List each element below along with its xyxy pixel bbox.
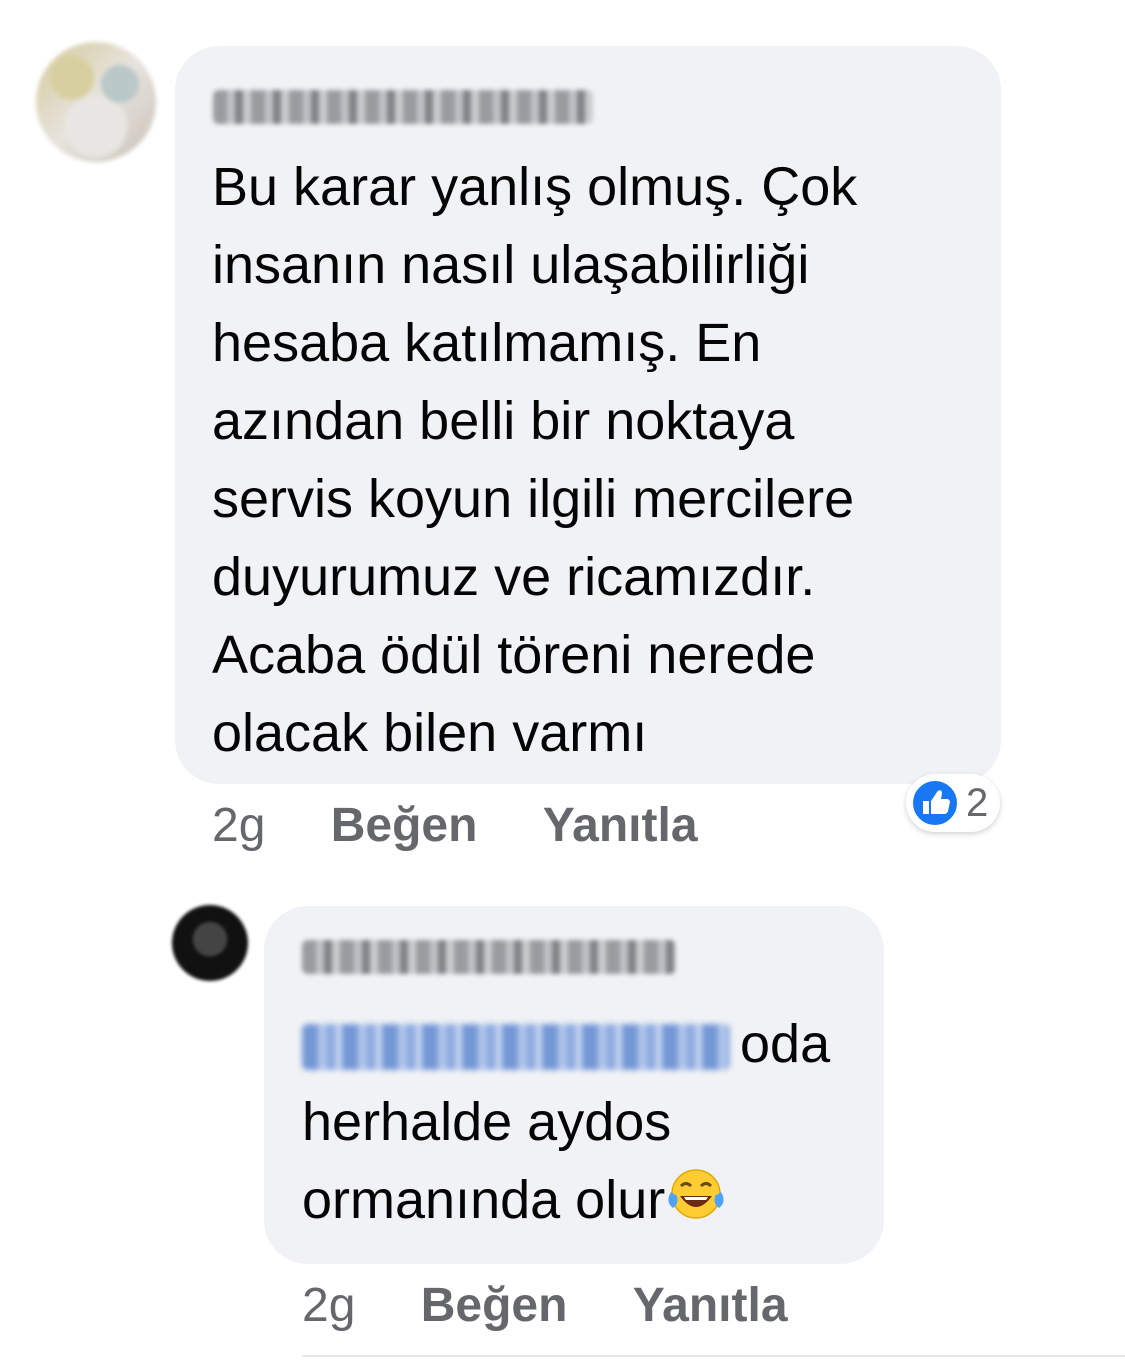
face-with-tears-of-joy-icon — [668, 1169, 724, 1219]
divider — [302, 1355, 1125, 1357]
reply-button[interactable]: Yanıtla — [633, 1279, 788, 1332]
comment-actions: 2g Beğen Yanıtla — [212, 798, 750, 854]
reply-button[interactable]: Yanıtla — [543, 799, 698, 852]
like-icon — [911, 779, 959, 827]
like-button[interactable]: Beğen — [331, 799, 478, 852]
mention-tag-redacted[interactable] — [302, 1024, 730, 1070]
reply-author-name-redacted[interactable] — [302, 940, 676, 974]
like-button[interactable]: Beğen — [421, 1279, 568, 1332]
comment-timestamp[interactable]: 2g — [212, 799, 265, 852]
reply-text: oda herhalde aydos ormanında olur — [302, 1005, 862, 1239]
comment-author-name-redacted[interactable] — [213, 90, 593, 124]
reaction-count: 2 — [966, 780, 989, 825]
reaction-summary[interactable]: 2 — [906, 774, 1001, 832]
reply-timestamp[interactable]: 2g — [302, 1279, 355, 1332]
comment-text: Bu karar yanlış olmuş. Çok insanın nasıl… — [212, 157, 858, 763]
reply-actions: 2g Beğen Yanıtla — [302, 1278, 840, 1334]
reply-avatar[interactable] — [172, 905, 248, 981]
commenter-avatar[interactable] — [36, 42, 156, 162]
